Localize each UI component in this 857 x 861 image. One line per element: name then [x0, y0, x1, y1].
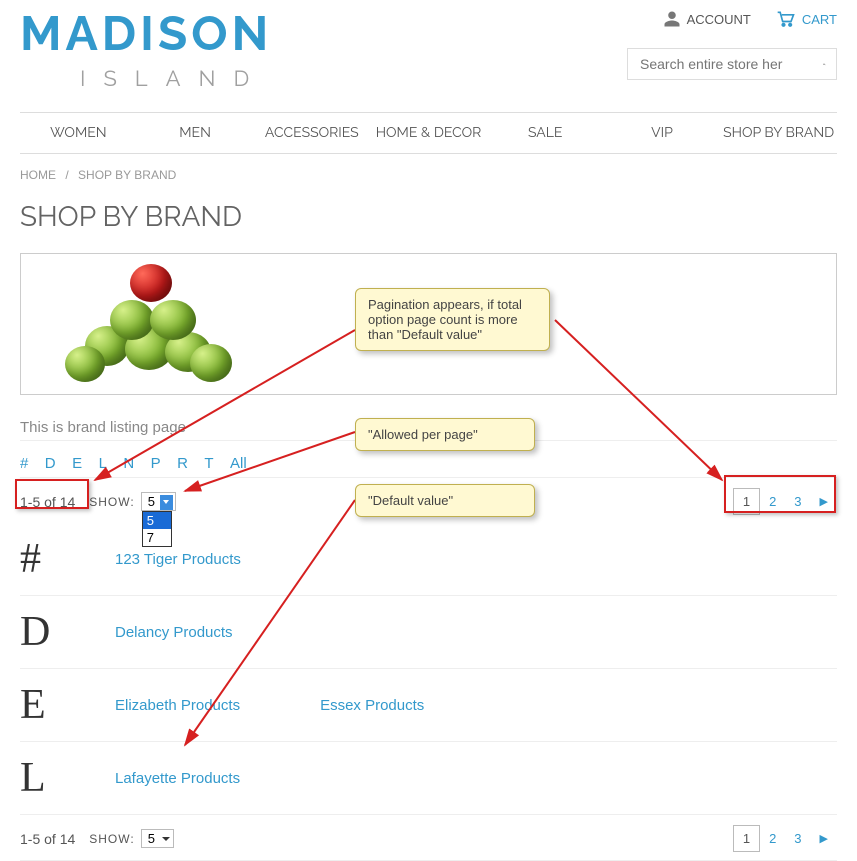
- nav-item-women[interactable]: WOMEN: [20, 113, 137, 153]
- alpha-t[interactable]: T: [204, 455, 213, 472]
- show-option-7[interactable]: 7: [143, 529, 171, 546]
- callout-default: "Default value": [355, 484, 535, 517]
- show-select-bottom[interactable]: 5: [141, 829, 174, 848]
- callout-allowed: "Allowed per page": [355, 418, 535, 451]
- account-label: ACCOUNT: [687, 12, 751, 27]
- nav-item-vip[interactable]: VIP: [604, 113, 721, 153]
- result-count-bottom: 1-5 of 14: [20, 831, 75, 847]
- alpha-d[interactable]: D: [45, 455, 56, 472]
- page-1[interactable]: 1: [733, 825, 760, 852]
- alpha-hash[interactable]: #: [20, 455, 28, 472]
- nav-item-accessories[interactable]: ACCESSORIES: [253, 113, 370, 153]
- logo[interactable]: MADISON ISLAND: [20, 10, 627, 92]
- brand-letter: D: [20, 608, 115, 656]
- show-option-5[interactable]: 5: [143, 512, 171, 529]
- brand-link[interactable]: 123 Tiger Products: [115, 551, 241, 568]
- account-link[interactable]: ACCOUNT: [663, 10, 751, 28]
- show-select-value-bottom: 5: [148, 831, 155, 846]
- breadcrumb-sep: /: [65, 168, 68, 182]
- search-input[interactable]: [638, 55, 823, 73]
- nav-item-men[interactable]: MEN: [137, 113, 254, 153]
- logo-sub: ISLAND: [80, 66, 627, 92]
- chevron-down-icon: [160, 495, 173, 510]
- logo-main: MADISON: [20, 10, 627, 58]
- alpha-r[interactable]: R: [177, 455, 188, 472]
- nav-item-shop-by-brand[interactable]: SHOP BY BRAND: [720, 113, 837, 153]
- search-box[interactable]: [627, 48, 837, 80]
- nav-item-home-decor[interactable]: HOME & DECOR: [370, 113, 487, 153]
- brand-link[interactable]: Lafayette Products: [115, 770, 240, 787]
- breadcrumb: HOME / SHOP BY BRAND: [20, 154, 837, 196]
- person-icon: [663, 10, 681, 28]
- alpha-p[interactable]: P: [151, 455, 161, 472]
- page-3[interactable]: 3: [785, 826, 810, 851]
- cart-link[interactable]: CART: [776, 10, 837, 28]
- breadcrumb-home[interactable]: HOME: [20, 168, 56, 182]
- page-2[interactable]: 2: [760, 489, 785, 514]
- callout-pagination: Pagination appears, if total option page…: [355, 288, 550, 351]
- apples-image: [35, 264, 215, 384]
- alpha-n[interactable]: N: [123, 455, 134, 472]
- brand-link[interactable]: Essex Products: [320, 697, 424, 714]
- show-select-value-top: 5: [148, 494, 155, 509]
- page-1[interactable]: 1: [733, 488, 760, 515]
- brand-section-d: D Delancy Products: [20, 596, 837, 669]
- page-next[interactable]: ▶: [811, 827, 837, 850]
- show-label-top: SHOW:: [89, 495, 134, 509]
- pagination-top: 1 2 3 ▶: [733, 488, 837, 515]
- main-nav: WOMEN MEN ACCESSORIES HOME & DECOR SALE …: [20, 112, 837, 154]
- breadcrumb-current: SHOP BY BRAND: [78, 168, 176, 182]
- show-select-top[interactable]: 5 5 7: [141, 492, 176, 511]
- show-label-bottom: SHOW:: [89, 832, 134, 846]
- brand-letter: L: [20, 754, 115, 802]
- toolbar-bottom: 1-5 of 14 SHOW: 5 1 2 3 ▶: [20, 815, 837, 861]
- brand-link[interactable]: Elizabeth Products: [115, 697, 240, 714]
- brand-link[interactable]: Delancy Products: [115, 624, 233, 641]
- cart-icon: [776, 10, 796, 28]
- page-2[interactable]: 2: [760, 826, 785, 851]
- page-title: SHOP BY BRAND: [20, 200, 837, 233]
- chevron-down-icon: [162, 837, 170, 841]
- alpha-filter: # D E L N P R T All: [20, 447, 837, 478]
- alpha-all[interactable]: All: [230, 455, 247, 472]
- brand-section-l: L Lafayette Products: [20, 742, 837, 815]
- show-dropdown: 5 7: [142, 511, 172, 547]
- alpha-l[interactable]: L: [99, 455, 107, 472]
- cart-label: CART: [802, 12, 837, 27]
- brand-letter: E: [20, 681, 115, 729]
- page-3[interactable]: 3: [785, 489, 810, 514]
- alpha-e[interactable]: E: [72, 455, 82, 472]
- search-icon: [823, 55, 826, 73]
- page-next[interactable]: ▶: [811, 490, 837, 513]
- brand-letter: #: [20, 535, 115, 583]
- result-count-top: 1-5 of 14: [20, 494, 75, 510]
- nav-item-sale[interactable]: SALE: [487, 113, 604, 153]
- brand-section-e: E Elizabeth Products Essex Products: [20, 669, 837, 742]
- pagination-bottom: 1 2 3 ▶: [733, 825, 837, 852]
